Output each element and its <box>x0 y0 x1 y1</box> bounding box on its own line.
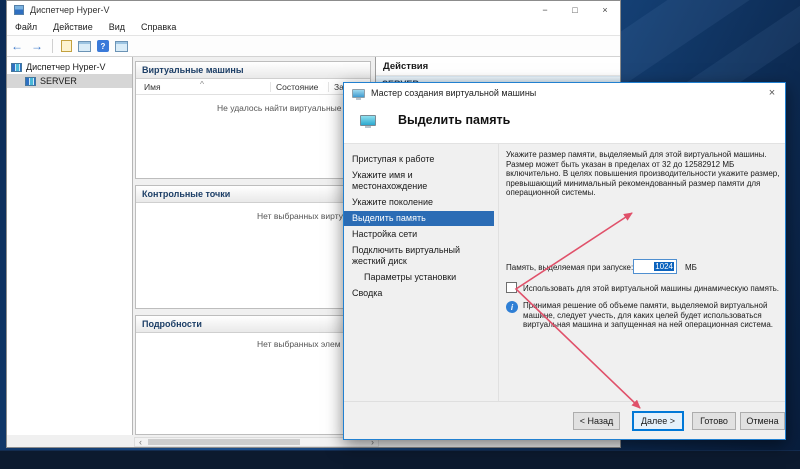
virtual-machines-section: Виртуальные машины Имя ^ Состояние Зап Н… <box>135 61 371 179</box>
tree-item-server[interactable]: SERVER <box>7 74 132 88</box>
tree-item-hyperv-root[interactable]: Диспетчер Hyper-V <box>7 60 132 74</box>
wizard-button-row: < Назад Далее > Готово Отмена <box>344 401 785 439</box>
next-button[interactable]: Далее > <box>633 412 683 430</box>
virtual-machines-header: Виртуальные машины <box>136 62 370 79</box>
nav-item-networking[interactable]: Настройка сети <box>344 227 494 242</box>
nav-item-virtual-disk[interactable]: Подключить виртуальный жесткий диск <box>344 243 494 269</box>
back-arrow-icon[interactable]: ← <box>7 39 27 53</box>
nav-item-summary[interactable]: Сводка <box>344 286 494 301</box>
details-empty-message: Нет выбранных элем <box>257 339 341 349</box>
column-state[interactable]: Состояние <box>270 82 318 92</box>
wizard-title: Мастер создания виртуальной машины <box>371 88 536 98</box>
dynamic-memory-label: Использовать для этой виртуальной машины… <box>523 284 781 293</box>
center-pane: Виртуальные машины Имя ^ Состояние Зап Н… <box>133 57 375 435</box>
nav-item-name-location[interactable]: Укажите имя и местонахождение <box>344 168 494 194</box>
wizard-page-header: Выделить память <box>360 113 510 127</box>
hyperv-tree-icon <box>11 63 22 72</box>
checkpoints-header: Контрольные точки <box>136 186 370 203</box>
memory-label: Память, выделяемая при запуске: <box>506 263 633 272</box>
cancel-button[interactable]: Отмена <box>740 412 785 430</box>
finish-button[interactable]: Готово <box>692 412 736 430</box>
window-title: Диспетчер Hyper-V <box>30 5 110 15</box>
details-header: Подробности <box>136 316 370 333</box>
wizard-body: Приступая к работе Укажите имя и местона… <box>344 143 785 439</box>
dynamic-memory-checkbox[interactable] <box>506 282 517 293</box>
taskbar <box>0 450 800 469</box>
scroll-left-icon[interactable]: ‹ <box>135 438 146 446</box>
vm-list-column-headers: Имя ^ Состояние Зап <box>136 79 370 95</box>
sort-caret-icon: ^ <box>200 79 204 89</box>
details-section: Подробности Нет выбранных элем <box>135 315 371 435</box>
scrollbar-thumb[interactable] <box>148 439 300 445</box>
window-controls: − □ × <box>530 1 620 19</box>
memory-info-text: Принимая решение об объеме памяти, выдел… <box>523 301 785 330</box>
wizard-top: Мастер создания виртуальной машины × Выд… <box>344 83 785 143</box>
monitor-icon <box>360 115 376 126</box>
window-panel-icon[interactable] <box>115 41 128 52</box>
nav-item-assign-memory[interactable]: Выделить память <box>344 211 494 226</box>
help-icon[interactable]: ? <box>97 40 109 52</box>
info-icon: i <box>506 301 518 313</box>
wizard-page-title: Выделить память <box>398 113 510 127</box>
monitor-icon <box>352 89 365 98</box>
back-button[interactable]: < Назад <box>573 412 620 430</box>
title-bar: Диспетчер Hyper-V − □ × <box>7 1 620 19</box>
toolbar: ← → ? <box>7 36 620 57</box>
nav-item-install-options[interactable]: Параметры установки <box>344 270 494 285</box>
wizard-nav: Приступая к работе Укажите имя и местона… <box>344 144 499 401</box>
memory-input[interactable]: 1024 <box>633 259 677 274</box>
server-tree-icon <box>25 77 36 86</box>
actions-title: Действия <box>376 57 620 76</box>
console-tree: Диспетчер Hyper-V SERVER <box>7 57 133 435</box>
forward-arrow-icon[interactable]: → <box>27 39 47 53</box>
memory-unit: МБ <box>685 263 697 272</box>
menu-file[interactable]: Файл <box>7 22 45 32</box>
maximize-button[interactable]: □ <box>560 1 590 19</box>
menu-view[interactable]: Вид <box>101 22 133 32</box>
desktop: Диспетчер Hyper-V − □ × Файл Действие Ви… <box>0 0 800 469</box>
close-button[interactable]: × <box>590 1 620 19</box>
new-vm-wizard-dialog: Мастер создания виртуальной машины × Выд… <box>343 82 786 440</box>
memory-value: 1024 <box>654 262 674 271</box>
nav-item-generation[interactable]: Укажите поколение <box>344 195 494 210</box>
toolbar-separator <box>52 39 53 53</box>
hyperv-app-icon <box>14 5 24 15</box>
menu-action[interactable]: Действие <box>45 22 101 32</box>
nav-item-getting-started[interactable]: Приступая к работе <box>344 152 494 167</box>
wizard-close-button[interactable]: × <box>759 83 785 103</box>
menu-bar: Файл Действие Вид Справка <box>7 19 620 36</box>
export-list-icon[interactable] <box>61 40 72 52</box>
menu-help[interactable]: Справка <box>133 22 184 32</box>
memory-description: Укажите размер памяти, выделяемый для эт… <box>506 150 786 198</box>
column-name[interactable]: Имя <box>144 82 161 92</box>
window-panel-icon[interactable] <box>78 41 91 52</box>
minimize-button[interactable]: − <box>530 1 560 19</box>
checkpoints-section: Контрольные точки Нет выбранных виртуаль… <box>135 185 371 309</box>
wizard-title-bar: Мастер создания виртуальной машины × <box>344 83 785 103</box>
